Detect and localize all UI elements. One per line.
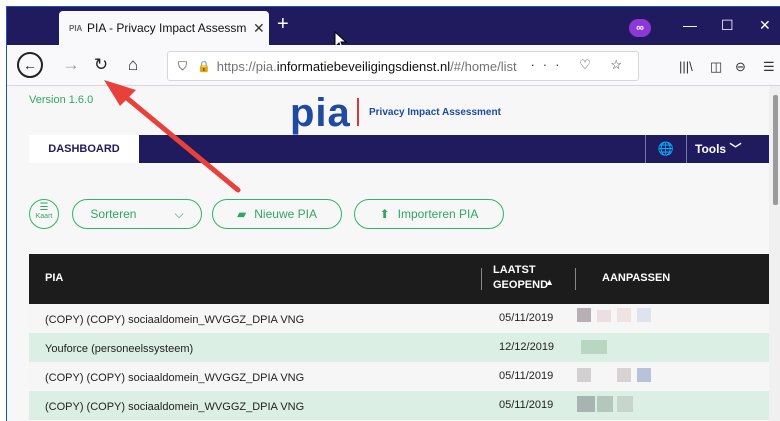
blurred-action-icon[interactable] [577, 308, 591, 322]
folder-open-icon: ▰ [237, 207, 247, 221]
blurred-action-icon[interactable] [597, 310, 611, 322]
blurred-action-icon[interactable] [597, 396, 613, 412]
header-edit: AANPASSEN [602, 272, 671, 284]
new-tab-button[interactable]: + [277, 13, 289, 36]
row-name[interactable]: Youforce (personeelssysteem) [45, 343, 193, 355]
forward-icon: → [62, 55, 80, 74]
menu-icon[interactable]: ☰ [763, 59, 775, 75]
list-icon: ☰ [39, 202, 49, 213]
view-toggle-label: Kaart [35, 213, 53, 220]
version-label: Version 1.6.0 [29, 94, 94, 106]
sort-button[interactable]: Sorteren ⌵ [72, 199, 202, 229]
private-mask-icon: ∞ [629, 19, 651, 37]
back-button[interactable]: ← [17, 52, 43, 78]
home-icon: ⌂ [127, 55, 139, 74]
blurred-action-icon[interactable] [617, 396, 633, 412]
tools-label: Tools [695, 142, 727, 156]
logo-divider [357, 98, 359, 126]
tab-strip: PIA PIA - Privacy Impact Assessment ✕ + … [7, 7, 780, 51]
close-window-button[interactable]: ✕ [759, 17, 771, 34]
menu-tools[interactable]: Tools ﹀ [695, 135, 741, 163]
blurred-action-icon[interactable] [581, 340, 607, 354]
new-pia-button[interactable]: ▰ Nieuwe PIA [212, 199, 342, 229]
pia-favicon-icon: PIA [69, 23, 83, 33]
blurred-action-icon[interactable] [617, 308, 631, 322]
blurred-action-icon[interactable] [637, 308, 651, 322]
close-tab-icon[interactable]: ✕ [253, 20, 265, 37]
header-last-opened[interactable]: LAATST GEOPEND ▲ [493, 263, 554, 293]
maximize-button[interactable]: ☐ [721, 17, 734, 34]
lock-icon[interactable]: 🔒 [197, 60, 211, 73]
scrollbar-thumb[interactable] [773, 95, 778, 205]
home-button[interactable]: ⌂ [119, 51, 147, 79]
forward-button[interactable]: → [57, 51, 85, 79]
url-bar[interactable]: ⛉ 🔒 https://pia.informatiebeveiligingsdi… [167, 51, 639, 81]
row-date: 05/11/2019 [499, 312, 554, 324]
row-name[interactable]: (COPY) (COPY) sociaaldomein_WVGGZ_DPIA V… [45, 372, 304, 384]
url-text[interactable]: https://pia.informatiebeveiligingsdienst… [217, 59, 517, 74]
menu-dashboard[interactable]: DASHBOARD [29, 135, 139, 163]
shield-icon[interactable]: ⛉ [178, 59, 187, 74]
page-content: Version 1.6.0 pia Privacy Impact Assessm… [7, 86, 771, 421]
browser-window: PIA PIA - Privacy Impact Assessment ✕ + … [6, 6, 780, 421]
tab-title: PIA - Privacy Impact Assessment [87, 21, 247, 35]
chevron-down-icon: ﹀ [729, 142, 742, 156]
back-icon: ← [23, 57, 37, 73]
header-divider [481, 268, 482, 290]
import-pia-label: Importeren PIA [397, 207, 479, 221]
import-pia-button[interactable]: ⬆ Importeren PIA [354, 199, 504, 229]
library-icon[interactable]: |||\ [679, 59, 693, 74]
blurred-action-icon[interactable] [577, 368, 591, 382]
row-date: 12/12/2019 [499, 341, 555, 353]
sidebar-icon[interactable]: ◫ [710, 59, 722, 75]
reload-icon: ↻ [93, 55, 109, 74]
browser-tab[interactable]: PIA PIA - Privacy Impact Assessment ✕ [59, 11, 269, 45]
sort-label: Sorteren [90, 207, 137, 221]
blurred-action-icon[interactable] [617, 368, 631, 382]
row-name[interactable]: (COPY) (COPY) sociaaldomein_WVGGZ_DPIA V… [45, 314, 304, 326]
page-actions-icon[interactable]: ··· ♡ ☆ [530, 57, 630, 73]
new-pia-label: Nieuwe PIA [254, 207, 317, 221]
header-pia[interactable]: PIA [45, 272, 63, 284]
row-date: 05/11/2019 [499, 399, 554, 411]
header-divider [575, 268, 576, 290]
globe-icon[interactable]: 🌐 [645, 135, 687, 163]
chevron-down-icon: ⌵ [174, 206, 184, 221]
blurred-action-icon[interactable] [637, 368, 651, 382]
reload-button[interactable]: ↻ [87, 51, 115, 79]
blurred-actions [575, 304, 765, 421]
navigation-bar: ← → ↻ ⌂ ⛉ 🔒 https://pia.informatiebeveil… [7, 45, 780, 86]
logo-subtitle: Privacy Impact Assessment [369, 107, 501, 118]
row-name[interactable]: (COPY) (COPY) sociaaldomein_WVGGZ_DPIA V… [45, 401, 304, 413]
minimize-button[interactable]: — [683, 17, 697, 33]
main-menu: DASHBOARD 🌐 Tools ﹀ [29, 135, 771, 163]
blurred-action-icon[interactable] [577, 396, 595, 412]
table-header: PIA LAATST GEOPEND ▲ AANPASSEN [29, 254, 771, 304]
upload-icon: ⬆ [379, 207, 390, 221]
account-icon[interactable]: ⊖ [735, 59, 746, 75]
row-date: 05/11/2019 [499, 370, 554, 382]
pia-logo: pia [290, 91, 351, 135]
sort-up-icon: ▲ [545, 277, 554, 287]
view-toggle-button[interactable]: ☰ Kaart [29, 199, 59, 229]
